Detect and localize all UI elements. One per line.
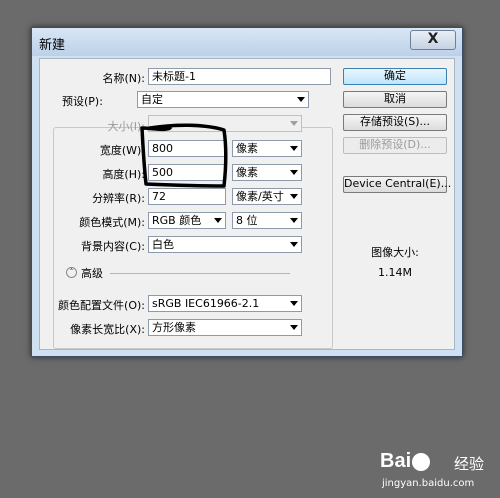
width-unit-select[interactable]: 像素: [232, 140, 302, 157]
baidu-logo: Bai: [380, 450, 431, 473]
chevron-down-icon: [290, 194, 298, 199]
image-size-value: 1.14M: [378, 266, 412, 279]
watermark-jingyan: 经验: [454, 455, 485, 473]
watermark-url: jingyan.baidu.com: [382, 478, 475, 489]
background-label: 背景内容(C):: [81, 240, 145, 253]
width-input[interactable]: 800: [148, 140, 226, 157]
color-mode-select[interactable]: RGB 颜色: [148, 212, 226, 229]
image-size-label: 图像大小:: [371, 246, 419, 259]
ok-button[interactable]: 确定: [343, 68, 447, 85]
color-mode-label: 颜色模式(M):: [79, 216, 145, 229]
advanced-label: 高级: [81, 267, 103, 280]
color-profile-label: 颜色配置文件(O):: [58, 299, 145, 312]
chevron-down-icon: [290, 242, 298, 247]
delete-preset-button: 删除预设(D)...: [343, 137, 447, 154]
width-unit-value: 像素: [236, 142, 258, 155]
pixel-aspect-value: 方形像素: [152, 321, 196, 334]
expand-collapse-icon[interactable]: ˄: [66, 267, 77, 278]
chevron-down-icon: [290, 301, 298, 306]
chevron-down-icon: [214, 218, 222, 223]
chevron-down-icon: [290, 146, 298, 151]
size-label: 大小(I):: [107, 120, 145, 133]
bit-depth-value: 8 位: [236, 214, 258, 227]
save-preset-button[interactable]: 存储预设(S)...: [343, 114, 447, 131]
background-value: 白色: [152, 238, 174, 251]
advanced-divider: [110, 273, 290, 274]
background-select[interactable]: 白色: [148, 236, 302, 253]
height-label: 高度(H):: [102, 168, 145, 181]
paw-icon: [412, 452, 431, 471]
width-label: 宽度(W):: [99, 144, 145, 157]
chevron-down-icon: [290, 325, 298, 330]
bit-depth-select[interactable]: 8 位: [232, 212, 302, 229]
resolution-unit-select[interactable]: 像素/英寸: [232, 188, 302, 205]
chevron-down-icon: [297, 97, 305, 102]
name-input[interactable]: 未标题-1: [148, 68, 331, 85]
height-input[interactable]: 500: [148, 164, 226, 181]
resolution-input[interactable]: 72: [148, 188, 226, 205]
preset-label: 预设(P):: [60, 93, 105, 109]
close-button[interactable]: X: [410, 30, 456, 50]
dialog-client-area: 名称(N): 未标题-1 预设(P): 自定 大小(I): 宽度(W): 800…: [39, 58, 455, 350]
device-central-button[interactable]: Device Central(E)...: [343, 176, 451, 193]
size-select: [148, 115, 302, 132]
color-profile-select[interactable]: sRGB IEC61966-2.1: [148, 295, 302, 312]
resolution-label: 分辨率(R):: [92, 192, 145, 205]
name-label: 名称(N):: [102, 72, 145, 85]
new-document-dialog: 新建 X 名称(N): 未标题-1 预设(P): 自定 大小(I): 宽度(W)…: [31, 27, 463, 357]
resolution-unit-value: 像素/英寸: [236, 190, 284, 203]
color-mode-value: RGB 颜色: [152, 214, 202, 227]
dialog-titlebar[interactable]: 新建 X: [32, 28, 462, 56]
chevron-down-icon: [290, 121, 298, 126]
cancel-button[interactable]: 取消: [343, 91, 447, 108]
chevron-down-icon: [290, 218, 298, 223]
color-profile-value: sRGB IEC61966-2.1: [152, 297, 260, 310]
height-unit-value: 像素: [236, 166, 258, 179]
preset-select[interactable]: 自定: [137, 91, 309, 108]
height-unit-select[interactable]: 像素: [232, 164, 302, 181]
pixel-aspect-select[interactable]: 方形像素: [148, 319, 302, 336]
preset-value: 自定: [141, 93, 163, 106]
pixel-aspect-label: 像素长宽比(X):: [70, 323, 145, 336]
dialog-title: 新建: [39, 38, 66, 53]
chevron-down-icon: [290, 170, 298, 175]
baidu-watermark: Bai 经验 jingyan.baidu.com: [366, 444, 498, 496]
